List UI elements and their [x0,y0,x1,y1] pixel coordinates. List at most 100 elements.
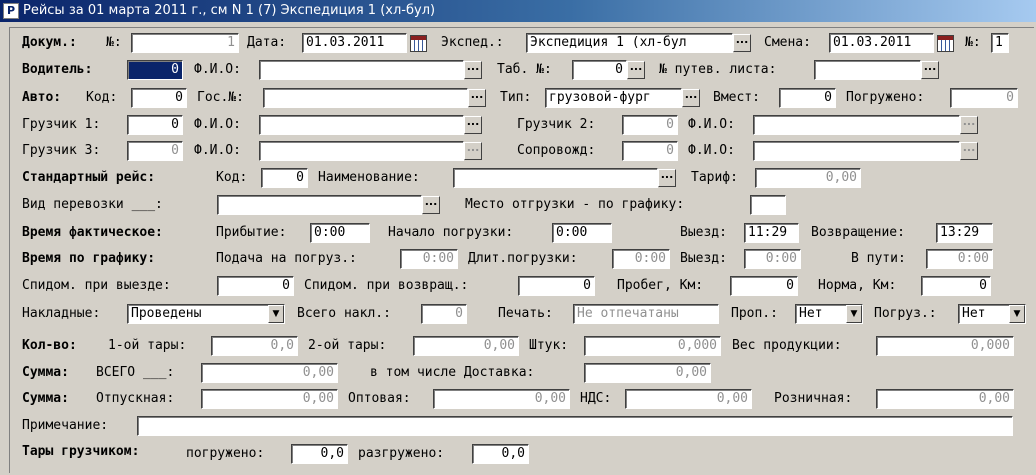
supply-field[interactable]: 0:00 [400,249,458,269]
tara-loaded-field[interactable]: 0,0 [291,444,348,464]
note-label: Примечание: [22,418,109,433]
trip-form: Докум.: №: 1 Дата: 01.03.2011 Экспед.: Э… [9,27,1034,473]
app-icon: P [3,3,19,19]
actual-departure-field[interactable]: 11:29 [744,223,799,243]
retail-price-label: Розничная: [774,391,853,406]
tariff-field[interactable]: 0,00 [755,168,861,188]
arrival-field[interactable]: 0:00 [310,223,370,243]
pieces-label: Штук: [529,338,569,353]
release-price-field[interactable]: 0,00 [201,389,338,409]
auto-type-field[interactable]: грузовой-фург [545,88,682,108]
schedule-time-label: Время по графику: [22,251,156,266]
invoice-status-dropdown-icon[interactable]: ▼ [268,305,284,323]
driver-lookup-button[interactable]: ... [464,61,482,79]
prop-label: Проп.: [731,306,778,321]
loader1-field[interactable]: 0 [127,115,183,135]
route-name-lookup-button[interactable]: ... [658,169,676,187]
pieces-field[interactable]: 0,000 [584,336,721,356]
driver-id-field[interactable]: 0 [127,60,183,80]
waybill-lookup-button[interactable]: ... [921,61,939,79]
schedule-departure-field[interactable]: 0:00 [744,249,801,269]
loader1-label: Грузчик 1: [22,117,101,132]
load-start-field[interactable]: 0:00 [552,223,612,243]
loader1-fio-field[interactable] [259,115,464,135]
auto-type-label: Тип: [500,90,532,105]
loader3-fio-label: Ф.И.О: [194,143,241,158]
wholesale-price-field[interactable]: 0,00 [433,389,570,409]
shift-no-field[interactable]: 1 [991,33,1009,53]
transport-type-lookup-button[interactable]: ... [422,196,440,214]
capacity-field[interactable]: 0 [779,88,836,108]
shift-date-field[interactable]: 01.03.2011 [829,33,934,53]
loader1-lookup-button[interactable]: ... [464,116,482,134]
schedule-departure-label: Выезд: [680,251,727,266]
shift-calendar-icon[interactable] [937,35,954,52]
invoice-status-select[interactable]: Проведены [127,304,285,324]
load-start-label: Начало погрузки: [388,225,514,240]
odometer-out-field[interactable]: 0 [217,276,294,296]
supply-label: Подача на погруз.: [216,251,357,266]
note-field[interactable] [137,416,1013,436]
transport-type-field[interactable] [217,195,422,215]
actual-time-label: Время фактическое: [22,225,163,240]
vat-label: НДС: [580,391,612,406]
auto-type-lookup-button[interactable]: ... [682,89,700,107]
auto-code-field[interactable]: 0 [131,88,187,108]
delivery-field[interactable]: 0,00 [584,363,711,383]
transit-field[interactable]: 0:00 [926,249,993,269]
driver-fio-field[interactable] [259,60,464,80]
quantity-label: Кол-во: [22,338,77,353]
invoices-total-field[interactable]: 0 [421,304,467,324]
gos-no-lookup-button[interactable]: ... [468,89,486,107]
waybill-field[interactable] [814,60,921,80]
doc-no-field[interactable]: 1 [131,33,239,53]
tab-no-field[interactable]: 0 [572,60,627,80]
loader3-field[interactable]: 0 [127,141,183,161]
tara-unloaded-field[interactable]: 0,0 [472,444,529,464]
tara1-field[interactable]: 0,0 [211,336,298,356]
norm-field[interactable]: 0 [921,276,991,296]
loader-tara-label: Тары грузчиком: [22,444,140,459]
odometer-back-field[interactable]: 0 [518,276,595,296]
loader3-fio-field[interactable] [259,141,464,161]
escort-field[interactable]: 0 [622,141,678,161]
auto-loaded-field[interactable]: 0 [950,88,1018,108]
tara-unloaded-label: разгружено: [358,446,445,461]
route-code-field[interactable]: 0 [261,168,308,188]
loader2-label: Грузчик 2: [517,117,596,132]
sum-total-field[interactable]: 0,00 [201,363,338,383]
duration-field[interactable]: 0:00 [612,249,670,269]
doc-label: Докум.: [22,35,77,50]
loader2-lookup-button[interactable]: ... [960,116,978,134]
loader3-lookup-button[interactable]: ... [464,142,482,160]
return-label: Возвращение: [811,225,905,240]
escort-fio-field[interactable] [753,141,960,161]
loader2-fio-label: Ф.И.О: [688,117,735,132]
weight-field[interactable]: 0,000 [876,336,1014,356]
retail-price-field[interactable]: 0,00 [876,389,1014,409]
loader1-fio-label: Ф.И.О: [194,117,241,132]
date-field[interactable]: 01.03.2011 [302,33,407,53]
tab-lookup-button[interactable]: ... [627,61,645,79]
shift-no-label: №: [965,35,981,50]
load-flag-dropdown-icon[interactable]: ▼ [1009,305,1025,323]
exped-field[interactable]: Экспедиция 1 (хл-бул [526,33,733,53]
exped-lookup-button[interactable]: ... [733,34,751,52]
return-field[interactable]: 13:29 [936,223,993,243]
print-status-field[interactable]: Не отпечатаны [573,304,719,324]
mileage-field[interactable]: 0 [730,276,798,296]
loader2-fio-field[interactable] [753,115,960,135]
calendar-icon[interactable] [410,35,427,52]
gos-no-field[interactable] [263,88,468,108]
tara2-field[interactable]: 0,00 [413,336,519,356]
loader2-field[interactable]: 0 [622,115,678,135]
escort-label: Сопровожд: [517,143,596,158]
duration-label: Длит.погрузки: [468,251,578,266]
route-name-field[interactable] [453,168,658,188]
release-price-label: Отпускная: [96,391,175,406]
driver-label: Водитель: [22,62,93,77]
vat-field[interactable]: 0,00 [625,389,752,409]
shipping-place-field[interactable] [750,195,786,215]
escort-lookup-button[interactable]: ... [960,142,978,160]
prop-dropdown-icon[interactable]: ▼ [846,305,862,323]
